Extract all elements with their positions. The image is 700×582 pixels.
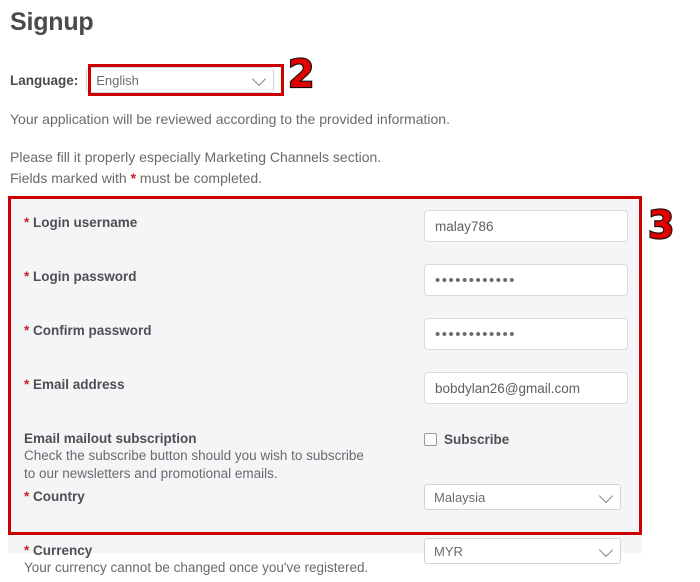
control-confirm-password: •••••••••••• bbox=[424, 318, 628, 350]
field-row-country: * Country Malaysia bbox=[8, 484, 642, 528]
label-wrap-email-subscription: Email mailout subscription Check the sub… bbox=[24, 426, 414, 483]
label-text: Login password bbox=[33, 269, 137, 284]
country-select-value: Malaysia bbox=[434, 489, 486, 505]
control-currency: MYR bbox=[424, 538, 628, 564]
label-text: Email address bbox=[33, 377, 125, 392]
language-label: Language: bbox=[10, 72, 79, 88]
field-row-login-password: * Login password •••••••••••• bbox=[8, 264, 642, 308]
intro-required-note: Fields marked with * must be completed. bbox=[10, 168, 262, 188]
login-username-input[interactable] bbox=[424, 210, 628, 242]
field-row-email-address: * Email address bbox=[8, 372, 642, 416]
label-wrap-email-address: * Email address bbox=[24, 372, 414, 392]
control-login-password: •••••••••••• bbox=[424, 264, 628, 296]
label-text: Country bbox=[33, 489, 85, 504]
chevron-down-icon bbox=[598, 488, 614, 504]
field-row-email-subscription: Email mailout subscription Check the sub… bbox=[8, 426, 642, 484]
country-select[interactable]: Malaysia bbox=[424, 484, 621, 510]
field-label-country: * Country bbox=[24, 489, 414, 504]
field-label-confirm-password: * Confirm password bbox=[24, 323, 414, 338]
language-row: Language: English bbox=[10, 66, 275, 94]
language-select[interactable]: English bbox=[86, 67, 275, 93]
intro-fill-text: Please fill it properly especially Marke… bbox=[10, 149, 382, 165]
label-wrap-confirm-password: * Confirm password bbox=[24, 318, 414, 338]
required-asterisk: * bbox=[24, 489, 30, 504]
label-wrap-currency: * Currency Your currency cannot be chang… bbox=[24, 538, 414, 576]
required-asterisk: * bbox=[24, 215, 30, 230]
required-asterisk: * bbox=[24, 377, 30, 392]
subscribe-checkbox-wrap[interactable]: Subscribe bbox=[424, 426, 628, 447]
field-row-login-username: * Login username bbox=[8, 210, 642, 254]
subscription-note-line-2: to our newsletters and promotional email… bbox=[24, 466, 278, 482]
label-text: Confirm password bbox=[33, 323, 152, 338]
label-text: Login username bbox=[33, 215, 138, 230]
annotation-number-2: 2 bbox=[287, 52, 316, 96]
required-asterisk: * bbox=[24, 323, 30, 338]
chevron-down-icon bbox=[252, 71, 267, 87]
subscribe-checkbox[interactable] bbox=[424, 433, 437, 446]
language-select-value: English bbox=[96, 72, 139, 88]
required-note-prefix: Fields marked with bbox=[10, 170, 131, 186]
field-label-login-password: * Login password bbox=[24, 269, 414, 284]
confirm-password-input[interactable]: •••••••••••• bbox=[424, 318, 628, 350]
signup-form-panel: * Login username * Login password ••••••… bbox=[8, 196, 642, 575]
currency-note: Your currency cannot be changed once you… bbox=[24, 560, 369, 575]
field-label-login-username: * Login username bbox=[24, 215, 414, 230]
subscribe-checkbox-label: Subscribe bbox=[444, 432, 510, 447]
label-text: Currency bbox=[33, 543, 93, 558]
currency-select-value: MYR bbox=[434, 543, 463, 559]
login-password-input[interactable]: •••••••••••• bbox=[424, 264, 628, 296]
required-note-suffix: must be completed. bbox=[136, 170, 263, 186]
label-wrap-login-password: * Login password bbox=[24, 264, 414, 284]
field-row-currency: * Currency Your currency cannot be chang… bbox=[8, 538, 642, 582]
label-wrap-country: * Country bbox=[24, 484, 414, 504]
annotation-number-3: 3 bbox=[647, 203, 676, 247]
email-address-input[interactable] bbox=[424, 372, 628, 404]
required-asterisk: * bbox=[24, 269, 30, 284]
currency-select[interactable]: MYR bbox=[424, 538, 621, 564]
control-email-address bbox=[424, 372, 628, 404]
intro-review-text: Your application will be reviewed accord… bbox=[10, 111, 450, 127]
field-label-currency: * Currency bbox=[24, 543, 414, 558]
subscription-note-line-1: Check the subscribe button should you wi… bbox=[24, 448, 364, 463]
field-label-email-subscription: Email mailout subscription bbox=[24, 431, 197, 446]
chevron-down-icon bbox=[598, 542, 614, 558]
control-country: Malaysia bbox=[424, 484, 628, 510]
control-email-subscription: Subscribe bbox=[424, 426, 628, 447]
required-asterisk: * bbox=[24, 543, 30, 558]
field-label-email-address: * Email address bbox=[24, 377, 414, 392]
label-wrap-login-username: * Login username bbox=[24, 210, 414, 230]
control-login-username bbox=[424, 210, 628, 242]
page-title: Signup bbox=[10, 8, 94, 36]
field-row-confirm-password: * Confirm password •••••••••••• bbox=[8, 318, 642, 362]
